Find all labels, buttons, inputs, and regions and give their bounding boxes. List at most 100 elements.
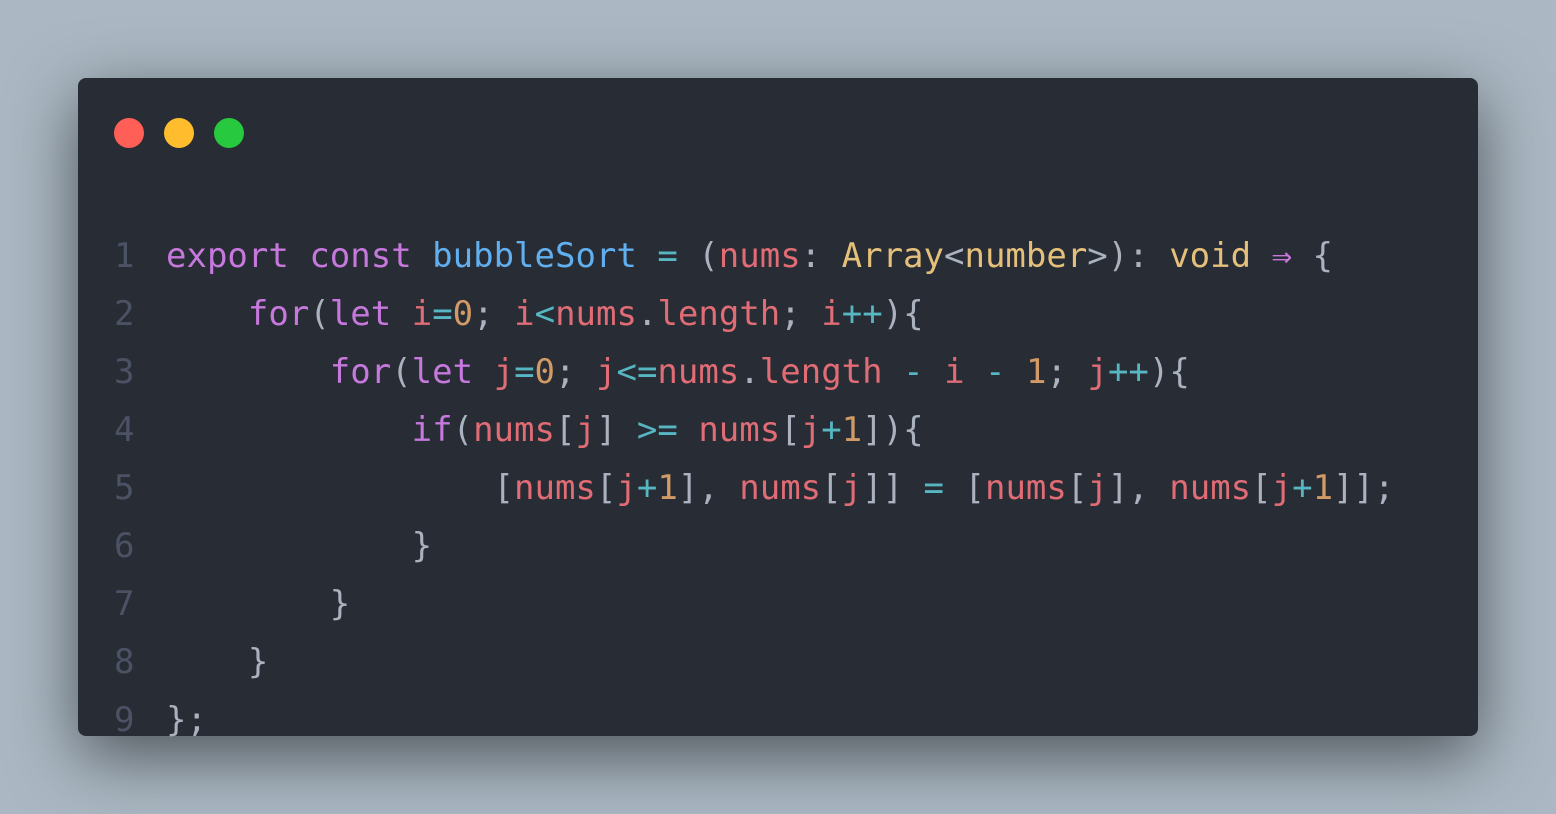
- code-token-punctuation: [1251, 236, 1271, 276]
- code-token-punctuation: [: [1251, 468, 1272, 508]
- code-token-punctuation: };: [166, 700, 207, 740]
- maximize-dot[interactable]: [214, 118, 244, 148]
- code-token-punctuation: ){: [882, 294, 924, 334]
- code-token-punctuation: }: [411, 526, 433, 566]
- code-token-punctuation: [924, 352, 944, 392]
- code-token-type: number: [964, 236, 1088, 276]
- code-token-keyword: if: [411, 410, 453, 450]
- code-token-operator: ++: [1107, 352, 1149, 392]
- close-dot[interactable]: [114, 118, 144, 148]
- code-token-punctuation: ;: [555, 352, 596, 392]
- code-token-punctuation: [: [821, 468, 842, 508]
- code-token-operator: <: [534, 294, 556, 334]
- code-token-punctuation: [965, 352, 985, 392]
- code-token-punctuation: {: [1292, 236, 1333, 276]
- code-token-variable: nums: [1169, 468, 1252, 508]
- code-token-punctuation: ){: [1148, 352, 1190, 392]
- code-token-punctuation: }: [329, 584, 351, 624]
- code-token-punctuation: [: [1066, 468, 1088, 508]
- code-line-content: export const bubbleSort = (nums: Array<n…: [166, 227, 1333, 285]
- code-token-variable: nums: [984, 468, 1067, 508]
- code-token-operator: >=: [636, 410, 678, 450]
- code-token-punctuation: [1006, 352, 1026, 392]
- code-token-number: 1: [1026, 352, 1047, 392]
- code-token-punctuation: [166, 642, 248, 682]
- code-token-punctuation: ;: [473, 294, 515, 334]
- code-token-punctuation: [166, 294, 248, 334]
- code-token-punctuation: [883, 352, 903, 392]
- code-token-operator: +: [636, 468, 658, 508]
- code-token-punctuation: [: [554, 410, 576, 450]
- code-token-punctuation: [166, 526, 412, 566]
- code-line-content: }: [166, 633, 268, 691]
- code-token-punctuation: ]];: [1333, 468, 1395, 508]
- code-token-variable: length: [759, 352, 883, 392]
- code-token-keyword: export: [166, 236, 289, 276]
- code-token-keyword: let: [329, 294, 392, 334]
- line-number: 3: [114, 352, 135, 392]
- line-number: 1: [114, 236, 135, 276]
- code-token-variable: j: [800, 410, 822, 450]
- code-token-punctuation: [166, 410, 412, 450]
- code-token-number: 0: [534, 352, 556, 392]
- code-token-punctuation: [391, 294, 411, 334]
- code-token-punctuation: ;: [1046, 352, 1088, 392]
- code-token-variable: j: [1087, 352, 1108, 392]
- code-token-punctuation: >):: [1087, 236, 1170, 276]
- code-token-variable: nums: [739, 468, 822, 508]
- code-token-operator: =: [657, 236, 678, 276]
- code-token-punctuation: ]]: [862, 468, 924, 508]
- code-token-variable: j: [595, 352, 617, 392]
- code-line-content: }: [166, 517, 432, 575]
- code-token-keyword: let: [411, 352, 474, 392]
- code-token-punctuation: .: [636, 294, 658, 334]
- code-token-keyword: ⇒: [1271, 236, 1293, 276]
- code-token-operator: +: [821, 410, 842, 450]
- code-token-operator: =: [514, 352, 535, 392]
- code-token-punctuation: (: [391, 352, 412, 392]
- code-token-variable: nums: [718, 236, 801, 276]
- code-token-variable: nums: [514, 468, 596, 508]
- code-line-content: if(nums[j] >= nums[j+1]){: [166, 401, 924, 459]
- line-number: 4: [114, 410, 135, 450]
- code-token-variable: nums: [555, 294, 637, 334]
- code-token-punctuation: [412, 236, 432, 276]
- code-token-variable: i: [411, 294, 433, 334]
- code-token-operator: ++: [841, 294, 883, 334]
- code-token-punctuation: [166, 352, 330, 392]
- code-token-type: void: [1169, 236, 1252, 276]
- code-token-variable: j: [841, 468, 863, 508]
- code-token-punctuation: [678, 410, 698, 450]
- code-line-content: for(let i=0; i<nums.length; i++){: [166, 285, 924, 343]
- code-token-punctuation: [: [780, 410, 801, 450]
- code-token-punctuation: ;: [780, 294, 822, 334]
- minimize-dot[interactable]: [164, 118, 194, 148]
- code-token-punctuation: [637, 236, 657, 276]
- code-token-punctuation: (: [452, 410, 474, 450]
- code-token-punctuation: ]){: [862, 410, 924, 450]
- code-token-variable: j: [1087, 468, 1108, 508]
- line-number: 9: [114, 700, 135, 740]
- code-line-content: }: [166, 575, 350, 633]
- code-token-variable: j: [493, 352, 515, 392]
- code-token-variable: j: [616, 468, 637, 508]
- code-line-content: for(let j=0; j<=nums.length - i - 1; j++…: [166, 343, 1190, 401]
- code-token-variable: i: [514, 294, 535, 334]
- code-token-number: 1: [657, 468, 678, 508]
- code-token-punctuation: (: [677, 236, 719, 276]
- code-token-operator: <=: [616, 352, 658, 392]
- code-token-punctuation: [289, 236, 309, 276]
- code-token-type: Array: [841, 236, 944, 276]
- code-token-variable: i: [944, 352, 965, 392]
- code-token-variable: i: [821, 294, 842, 334]
- code-token-number: 1: [841, 410, 863, 450]
- code-token-punctuation: .: [739, 352, 760, 392]
- code-token-variable: nums: [698, 410, 781, 450]
- code-token-keyword: const: [309, 236, 412, 276]
- code-token-variable: j: [1271, 468, 1293, 508]
- line-number: 5: [114, 468, 135, 508]
- code-token-variable: nums: [473, 410, 555, 450]
- code-token-variable: nums: [657, 352, 740, 392]
- code-token-operator: -: [903, 352, 924, 392]
- code-token-variable: j: [575, 410, 596, 450]
